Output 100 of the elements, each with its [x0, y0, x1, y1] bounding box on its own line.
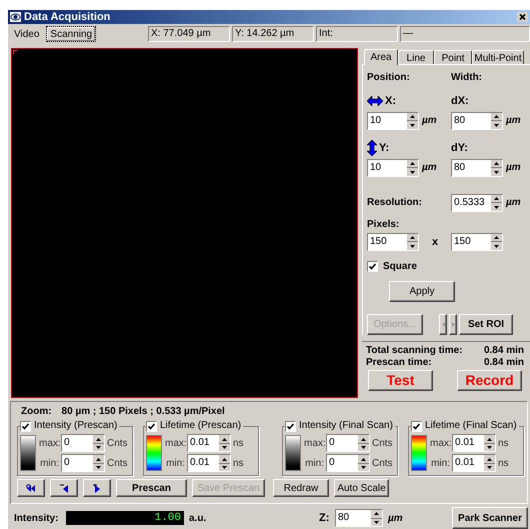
spin-up-icon[interactable] [494, 115, 499, 118]
step-button[interactable] [17, 479, 45, 498]
spin-up-icon[interactable] [96, 438, 101, 441]
zoom-value: 80 µm ; 150 Pixels ; 0.533 µm/Pixel [62, 406, 225, 418]
step-button[interactable] [50, 479, 78, 498]
intensity-display: 1.00 [66, 511, 184, 525]
spin-down-icon[interactable] [361, 446, 366, 450]
action-button[interactable]: Redraw [273, 479, 329, 498]
spin-down-icon[interactable] [494, 124, 499, 127]
spin-up-icon[interactable] [410, 162, 415, 166]
spin-up-icon[interactable] [361, 438, 366, 441]
spin-down-icon[interactable] [494, 244, 499, 248]
spin-up-icon[interactable] [222, 458, 227, 461]
number-field[interactable]: 10 [367, 158, 419, 177]
spin-up-icon[interactable] [487, 458, 492, 461]
number-field[interactable]: 0 [61, 454, 105, 472]
spin-down-icon[interactable] [222, 446, 227, 450]
unit-label: µm [422, 161, 437, 176]
spin-up-icon[interactable] [410, 115, 415, 118]
number-field[interactable]: 80 [335, 509, 383, 527]
spin-down-icon[interactable] [410, 124, 415, 127]
number-field[interactable]: 150 [451, 232, 503, 251]
minus-left-icon [59, 484, 69, 493]
vertical-arrow-icon [367, 140, 377, 156]
field-label: Width: [451, 71, 482, 86]
action-button[interactable]: Prescan [116, 479, 187, 498]
spin-up-icon[interactable] [96, 458, 101, 461]
square-checkbox[interactable] [367, 260, 378, 272]
spin-down-icon[interactable] [410, 244, 415, 248]
spin-down-icon[interactable] [361, 466, 366, 470]
z-label: Z: [319, 510, 330, 526]
spin-down-icon[interactable] [222, 466, 227, 470]
zoom-label: Zoom: [21, 406, 52, 418]
number-field[interactable]: 80 [451, 112, 503, 130]
set-roi-button[interactable]: Set ROI [459, 314, 513, 335]
park-scanner-button[interactable]: Park Scanner [452, 507, 528, 529]
apply-button[interactable]: Apply [389, 280, 455, 302]
field-label: max: [304, 436, 324, 451]
unit-label: a.u. [189, 512, 208, 526]
action-button[interactable]: Auto Scale [334, 479, 389, 498]
readout-panel: Int: [316, 26, 398, 42]
spin-up-icon[interactable] [361, 458, 366, 461]
spin-up-icon[interactable] [374, 512, 379, 516]
spin-down-icon[interactable] [494, 170, 499, 174]
readout-panel: X: 77.049 µm [148, 26, 230, 42]
spin-down-icon[interactable] [487, 446, 492, 450]
view-tab[interactable]: Scanning [46, 26, 96, 42]
group-title: Intensity (Prescan) [34, 420, 118, 432]
spin-up-icon[interactable] [494, 197, 499, 200]
grayscale-bar [285, 435, 301, 472]
scale-checkbox[interactable] [146, 420, 157, 432]
spin-up-icon[interactable] [494, 162, 499, 166]
scale-checkbox[interactable] [411, 420, 422, 432]
number-field[interactable]: 0 [326, 454, 370, 472]
right-triangle-icon [452, 322, 454, 327]
unit-label: ns [498, 456, 509, 471]
number-field[interactable]: 0.01 [187, 434, 231, 452]
number-field[interactable]: 0.01 [187, 454, 231, 472]
spin-down-icon[interactable] [374, 520, 379, 524]
roi-tab[interactable]: Point [434, 50, 472, 64]
spin-down-icon[interactable] [494, 206, 499, 209]
field-label: Pixels: [367, 218, 400, 231]
roi-tab[interactable]: Multi-Point [472, 50, 524, 64]
view-tab[interactable]: Video [10, 26, 44, 42]
spin-down-icon[interactable] [96, 466, 101, 470]
field-label: max: [430, 436, 450, 451]
plus-right-icon [92, 484, 102, 493]
spin-down-icon[interactable] [487, 466, 492, 470]
number-field[interactable]: 10 [367, 112, 419, 130]
unit-label: Cnts [107, 436, 128, 451]
number-field[interactable]: 0.5333 [451, 194, 503, 212]
rewind-icon [26, 484, 36, 493]
close-icon[interactable] [517, 12, 528, 22]
field-label: min: [165, 456, 185, 471]
roi-tab[interactable]: Line [398, 50, 434, 64]
number-field[interactable]: 0 [61, 434, 105, 452]
number-field[interactable]: 150 [367, 232, 419, 251]
field-label: X: [385, 94, 396, 109]
spin-up-icon[interactable] [222, 438, 227, 441]
number-field[interactable]: 0.01 [452, 454, 496, 472]
readout-panel: — [400, 26, 530, 42]
spin-down-icon[interactable] [410, 170, 415, 174]
spin-up-icon[interactable] [410, 236, 415, 240]
unit-label: µm [506, 114, 521, 128]
number-field[interactable]: 0 [326, 434, 370, 452]
step-button[interactable] [83, 479, 111, 498]
scale-checkbox[interactable] [285, 420, 296, 432]
time-label: Prescan time: [366, 356, 432, 369]
spin-up-icon[interactable] [494, 236, 499, 240]
number-field[interactable]: 0.01 [452, 434, 496, 452]
scale-checkbox[interactable] [20, 420, 31, 432]
right-arrow-button[interactable] [449, 314, 457, 335]
field-label: max: [165, 436, 185, 451]
left-arrow-button[interactable] [439, 314, 447, 335]
spin-down-icon[interactable] [96, 446, 101, 450]
time-label: Total scanning time: [366, 344, 462, 357]
unit-label: µm [506, 161, 521, 176]
number-field[interactable]: 80 [451, 158, 503, 177]
spin-up-icon[interactable] [487, 438, 492, 441]
roi-tab[interactable]: Area [364, 48, 398, 65]
